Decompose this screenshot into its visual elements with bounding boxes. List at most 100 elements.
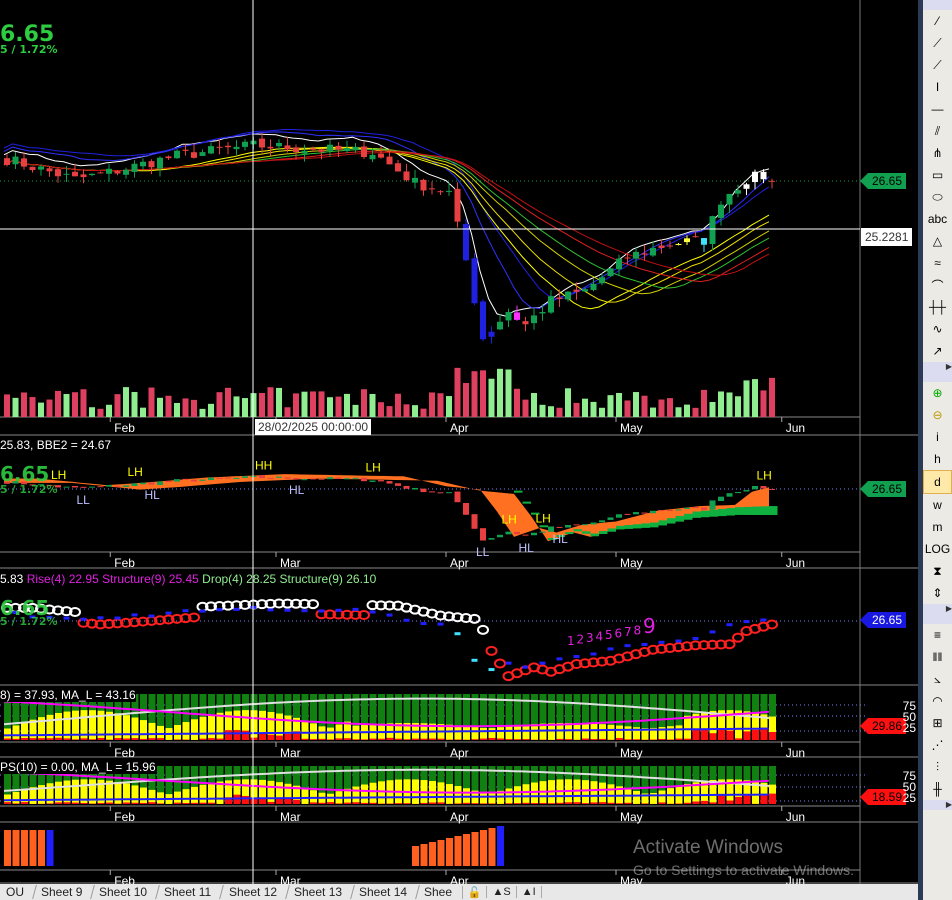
swing-label: LL	[77, 493, 91, 507]
osc1-bar-red	[395, 738, 402, 740]
zoom-out-icon[interactable]: ⊖	[923, 404, 952, 426]
bbe-candle	[148, 482, 155, 485]
d-icon[interactable]: d	[923, 470, 952, 494]
fibonacci-icon[interactable]: ≈	[923, 252, 952, 274]
structure-candle	[658, 640, 665, 644]
osc1-bar-red	[301, 738, 309, 740]
volume-bar	[667, 398, 673, 417]
count-label: 9	[643, 614, 656, 638]
vertical-segment-icon[interactable]: I	[923, 76, 952, 98]
swing-label: HL	[289, 483, 305, 497]
toolbar-group-handle[interactable]	[923, 614, 952, 624]
line-segment-icon[interactable]: ⁄	[923, 10, 952, 32]
tab-sheet-9[interactable]: Sheet 9	[33, 885, 96, 899]
extended-line-icon[interactable]: ⟋	[923, 54, 952, 76]
volume-bar	[276, 387, 282, 417]
m-icon[interactable]: m	[923, 516, 952, 538]
tab-ou[interactable]: OU	[0, 885, 37, 899]
candle-body	[403, 171, 410, 181]
toolbar-group-handle[interactable]	[923, 372, 952, 382]
volume-bar	[46, 399, 53, 417]
ray-icon[interactable]: ⟋	[923, 32, 952, 54]
tab-sheet-10[interactable]: Sheet 10	[91, 885, 161, 899]
tab-sheet-12[interactable]: Sheet 12	[220, 885, 290, 899]
osc2-bar-red	[310, 802, 317, 804]
tab-sheet-partial[interactable]: Shee	[416, 885, 464, 899]
arcs-icon[interactable]: ◠	[923, 690, 952, 712]
time-cycles-icon[interactable]: ┼┼	[923, 296, 952, 318]
tab-sheet-11[interactable]: Sheet 11	[156, 885, 225, 899]
candle-body	[63, 173, 70, 175]
volume-bar	[131, 391, 138, 417]
scale-icon[interactable]: ⇕	[923, 582, 952, 604]
arrow-icon[interactable]: ↗	[923, 340, 952, 362]
triangle-icon[interactable]: △	[923, 230, 952, 252]
osc2-bar-yellow	[522, 784, 530, 804]
scroll-s-button[interactable]: ▲S	[486, 886, 515, 898]
fan-icon[interactable]: ⦣	[923, 668, 952, 690]
cycle-lines-icon[interactable]: ╫	[923, 778, 952, 800]
candle-body	[80, 174, 87, 178]
log-icon[interactable]: LOG	[923, 538, 952, 560]
candle-body	[760, 171, 767, 180]
parallel-channel-icon[interactable]: ⫽	[923, 120, 952, 142]
fib-retracement-icon[interactable]: ≡	[923, 624, 952, 646]
grid-icon[interactable]: ⊞	[923, 712, 952, 734]
toolbar-expand-button[interactable]: ▶	[923, 800, 952, 810]
rectangle-icon[interactable]: ▭	[923, 164, 952, 186]
bbe-green-band	[599, 530, 608, 534]
tab-sheet-13[interactable]: Sheet 13	[285, 885, 355, 899]
ellipse-icon[interactable]: ⬭	[923, 186, 952, 208]
osc1-bar-red	[259, 733, 266, 740]
osc1-bar-red	[140, 738, 147, 740]
abc-icon[interactable]: abc	[923, 208, 952, 230]
volume-bar	[72, 392, 78, 417]
bbe-candle	[242, 476, 248, 478]
volume-bar	[123, 387, 129, 417]
tab-sheet-14[interactable]: Sheet 14	[350, 885, 420, 899]
lock-icon[interactable]: 🔓	[461, 885, 487, 899]
toolbar-group-handle[interactable]	[923, 0, 952, 10]
osc1-bar-yellow	[582, 723, 589, 740]
horizontal-line-icon[interactable]: —	[923, 98, 952, 120]
h-icon[interactable]: h	[923, 448, 952, 470]
chart-canvas[interactable]: Feb Mar Apr May Jun Feb Mar Apr May Jun Feb Mar Apr M…	[0, 0, 918, 884]
fib-timezones-icon[interactable]: ‖‖	[923, 646, 952, 668]
osc2-bar-yellow	[633, 790, 640, 804]
polyline-icon[interactable]: ∿	[923, 318, 952, 340]
osc2-bar-red	[463, 802, 470, 804]
osc1-bar-red	[412, 738, 419, 740]
andrews-icon[interactable]: ⫶	[923, 756, 952, 778]
osc1-bar-red	[123, 738, 130, 740]
volume-bar	[522, 399, 529, 417]
speed-lines-icon[interactable]: ⋰	[923, 734, 952, 756]
x-axis-label-jun: Jun	[786, 421, 805, 435]
i-icon[interactable]: i	[923, 426, 952, 448]
volume-bar	[378, 402, 384, 417]
osc2-bar-red	[284, 798, 292, 804]
candle-body	[165, 156, 172, 159]
candle-body	[531, 315, 537, 324]
bbe-candle	[590, 522, 597, 525]
osc2-bar-red	[242, 795, 249, 804]
volume-bar	[4, 394, 10, 417]
w-icon[interactable]: w	[923, 494, 952, 516]
candle-body	[471, 258, 478, 304]
zoom-in-icon[interactable]: ⊕	[923, 382, 952, 404]
osc2-bar-yellow	[352, 786, 360, 804]
x-axis-label-mar: Mar	[280, 810, 301, 824]
toolbar-expand-button[interactable]: ▶	[923, 362, 952, 372]
arc-icon[interactable]: ⌒	[923, 274, 952, 296]
scroll-i-button[interactable]: ▲I	[515, 886, 542, 898]
osc1-last-tag: 29.86	[859, 718, 907, 734]
fit-icon[interactable]: ⧗	[923, 560, 952, 582]
bbe-candle	[760, 486, 767, 489]
volume-bar	[225, 387, 231, 417]
osc2-bar-red	[701, 800, 708, 804]
pitchfork-icon[interactable]: ⋔	[923, 142, 952, 164]
osc1-bar-yellow	[624, 726, 632, 740]
toolbar-expand-button[interactable]: ▶	[923, 604, 952, 614]
count-label: 1	[567, 634, 575, 648]
structure-candle	[556, 657, 563, 661]
osc1-bar-yellow	[590, 723, 598, 740]
